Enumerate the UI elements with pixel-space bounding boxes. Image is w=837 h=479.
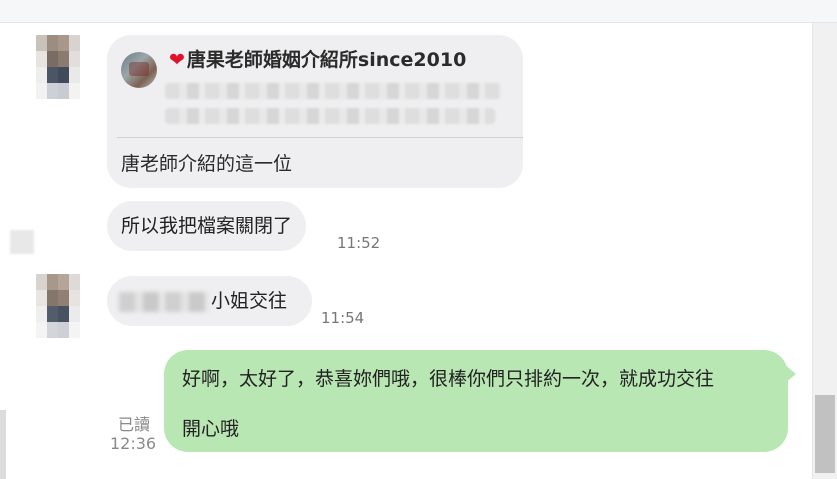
message-text-line: 開心哦 (182, 418, 240, 440)
message-time: 12:36 (110, 434, 157, 453)
outgoing-message[interactable]: 好啊，太好了，恭喜妳們哦，很棒你們只排約一次，就成功交往 開心哦 (164, 350, 796, 452)
message-time: 11:54 (321, 309, 365, 327)
sender-avatar[interactable] (36, 35, 80, 99)
blurred-text (165, 83, 501, 99)
scrollbar-thumb[interactable] (815, 395, 835, 473)
message-text: 小姐交往 (211, 290, 288, 312)
sender-avatar[interactable] (36, 274, 80, 338)
incoming-message[interactable]: 所以我把檔案關閉了 (107, 201, 307, 251)
card-caption: 唐老師介紹的這一位 (121, 153, 293, 175)
card-title-text: 唐果老師婚姻介紹所since2010 (186, 49, 467, 71)
card-profile-photo (121, 52, 157, 88)
shared-profile-card[interactable]: ❤ 唐果老師婚姻介紹所since2010 唐老師介紹的這一位 (107, 35, 523, 188)
window-top-bar (0, 0, 837, 23)
message-text: 所以我把檔案關閉了 (121, 215, 293, 237)
bubble-tail (784, 364, 796, 384)
read-status: 已讀 (118, 415, 151, 434)
blurred-name (119, 292, 211, 312)
card-divider (117, 137, 523, 138)
card-title: ❤ 唐果老師婚姻介紹所since2010 (169, 48, 466, 72)
heart-icon: ❤ (169, 49, 185, 71)
blurred-text (165, 108, 495, 124)
blurred-element (10, 230, 34, 254)
incoming-message[interactable]: 小姐交往 (107, 276, 312, 326)
message-time: 11:52 (337, 234, 381, 252)
message-text-line: 好啊，太好了，恭喜妳們哦，很棒你們只排約一次，就成功交往 (182, 368, 715, 390)
